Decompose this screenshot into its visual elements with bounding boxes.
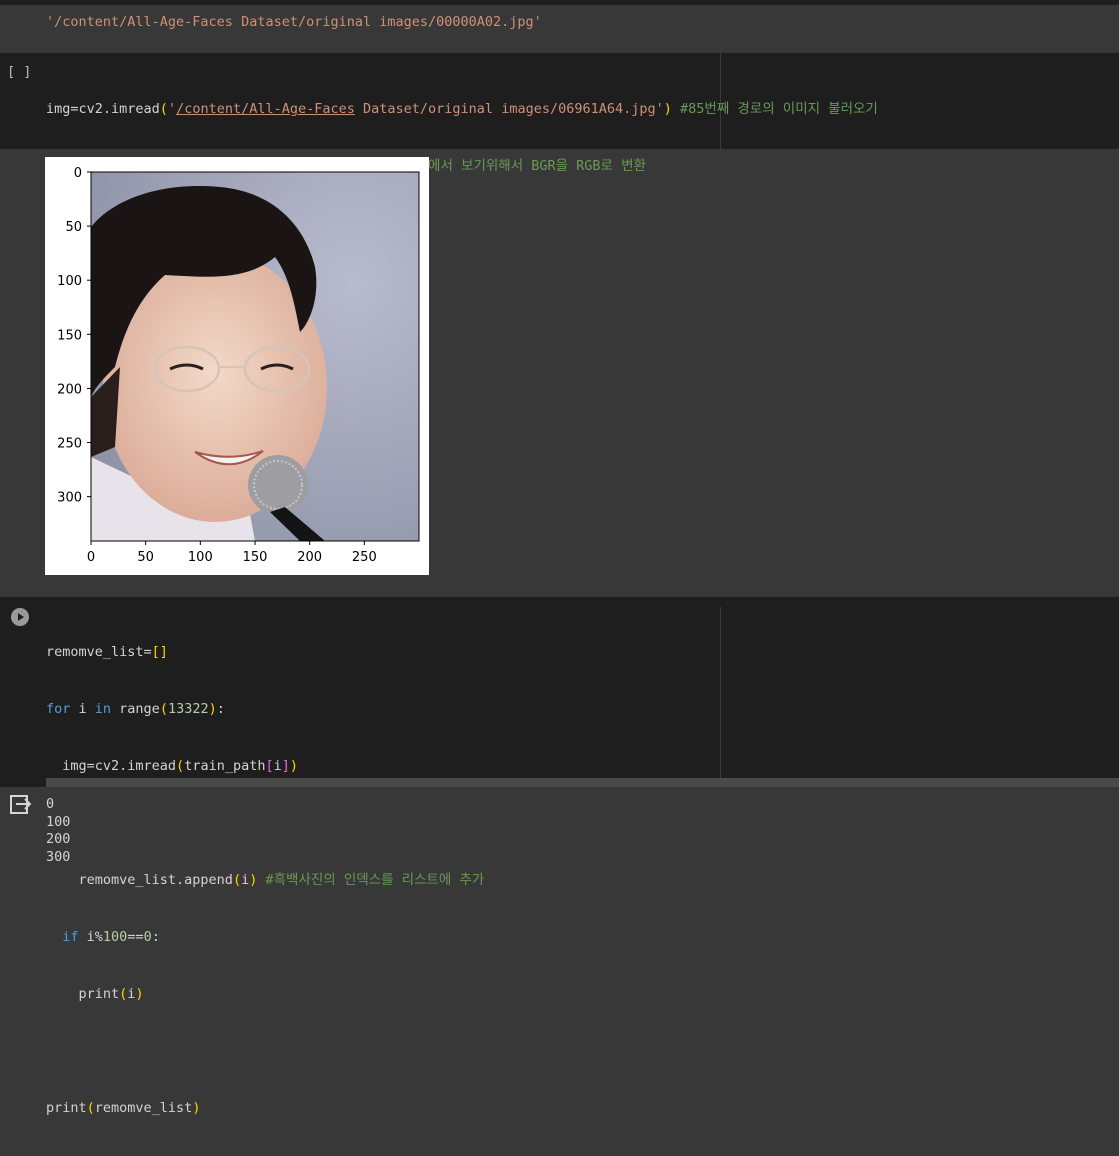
matplotlib-figure: 0 50 100 150 200 250 0 50 100 150 200 250 300	[45, 157, 429, 575]
code-line: print(i)	[46, 986, 144, 1002]
code-cell-2[interactable]: remomve_list=[] for i in range(13322): i…	[0, 597, 1119, 1116]
y-tick-label: 300	[57, 491, 82, 506]
x-tick-label: 200	[297, 550, 322, 565]
x-tick-label: 250	[352, 550, 377, 565]
code-cell-1[interactable]: [ ] img=cv2.imread('/content/All-Age-Fac…	[0, 53, 1119, 288]
horizontal-scrollbar[interactable]	[46, 778, 1119, 787]
x-axis: 0 50 100 150 200 250	[87, 541, 377, 565]
y-tick-label: 50	[65, 220, 82, 235]
output-line: 0	[46, 796, 55, 812]
code-line: if i%100==0:	[62, 929, 160, 945]
y-tick-label: 0	[74, 166, 82, 181]
code-line: remomve_list.append(i) #흑백사진의 인덱스를 리스트에 …	[46, 872, 485, 888]
y-tick-label: 100	[57, 274, 82, 289]
output-text: '/content/All-Age-Faces Dataset/original…	[46, 14, 542, 30]
x-tick-label: 150	[243, 550, 268, 565]
run-cell-button[interactable]	[11, 608, 29, 626]
code-line: img=cv2.imread('/content/All-Age-Faces D…	[46, 101, 878, 117]
code-line: remomve_list=[]	[46, 644, 168, 660]
output-line: 300	[46, 848, 71, 865]
code-line: print(remomve_list)	[46, 1100, 201, 1116]
output-line: 100	[46, 813, 71, 830]
code-line: for i in range(13322):	[46, 701, 225, 717]
y-tick-label: 150	[57, 328, 82, 343]
face-photo-image	[91, 172, 419, 541]
y-tick-label: 200	[57, 382, 82, 397]
code-line: img=cv2.imread(train_path[i])	[46, 758, 299, 774]
output-area-1: '/content/All-Age-Faces Dataset/original…	[0, 5, 1119, 53]
output-lines: 0 100 200 300	[46, 796, 70, 866]
code-editor[interactable]: remomve_list=[] for i in range(13322): i…	[46, 605, 1095, 1156]
x-tick-label: 100	[188, 550, 213, 565]
figure-svg: 0 50 100 150 200 250 0 50 100 150 200 250 300	[57, 166, 420, 565]
y-axis: 0 50 100 150 200 250 300	[57, 166, 91, 506]
output-area-2: 0 100 200 300	[0, 787, 1119, 865]
y-tick-label: 250	[57, 437, 82, 452]
output-line: 200	[46, 831, 71, 847]
x-tick-label: 50	[137, 550, 154, 565]
cell-execution-prompt[interactable]: [ ]	[7, 64, 31, 80]
x-tick-label: 0	[87, 550, 95, 565]
output-redirect-icon[interactable]	[10, 795, 32, 815]
